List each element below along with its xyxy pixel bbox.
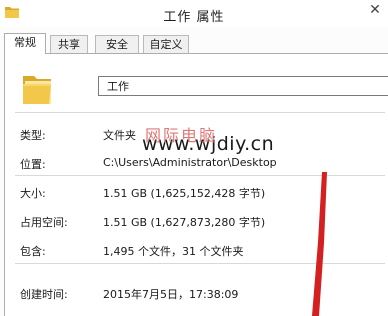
contains-value: 1,495 个文件，31 个文件夹 [103,245,244,258]
red-arrow-annotation [312,172,327,316]
size-value: 1.51 GB (1,625,152,428 字节) [103,187,266,200]
created-label: 创建时间: [20,288,68,301]
window-title: 工作 属性 [163,10,225,25]
contains-label: 包含: [20,245,46,258]
size-on-disk-value: 1.51 GB (1,627,873,280 字节) [103,216,266,229]
tab-security[interactable]: 安全 [95,35,139,53]
location-label: 位置: [20,158,46,171]
tab-sharing[interactable]: 共享 [50,35,88,53]
title-bar[interactable]: 工作 属性 ✕ [0,0,388,27]
size-on-disk-label: 占用空间: [20,216,68,229]
folder-name-input[interactable]: 工作 [98,76,388,96]
created-value: 2015年7月5日，17:38:09 [103,288,239,301]
tab-general[interactable]: 常规 [4,33,46,54]
general-panel: 工作 www.wjdiy.cn 类型: 文件夹 网际电脑 位置: C:\User… [4,53,388,316]
location-value: C:\Users\Administrator\Desktop [103,156,277,169]
tab-strip: 常规 共享 安全 自定义 [0,33,388,54]
properties-dialog: 工作 属性 ✕ 常规 共享 安全 自定义 工作 www.wjdiy.cn 类型:… [0,0,388,316]
type-value: 文件夹 [103,129,136,142]
watermark-brand: 网际电脑 [145,126,218,145]
type-label: 类型: [20,129,46,142]
folder-icon [23,76,51,104]
close-icon[interactable]: ✕ [366,0,384,20]
size-label: 大小: [20,187,46,200]
tab-customize[interactable]: 自定义 [143,35,189,53]
divider [15,112,385,113]
